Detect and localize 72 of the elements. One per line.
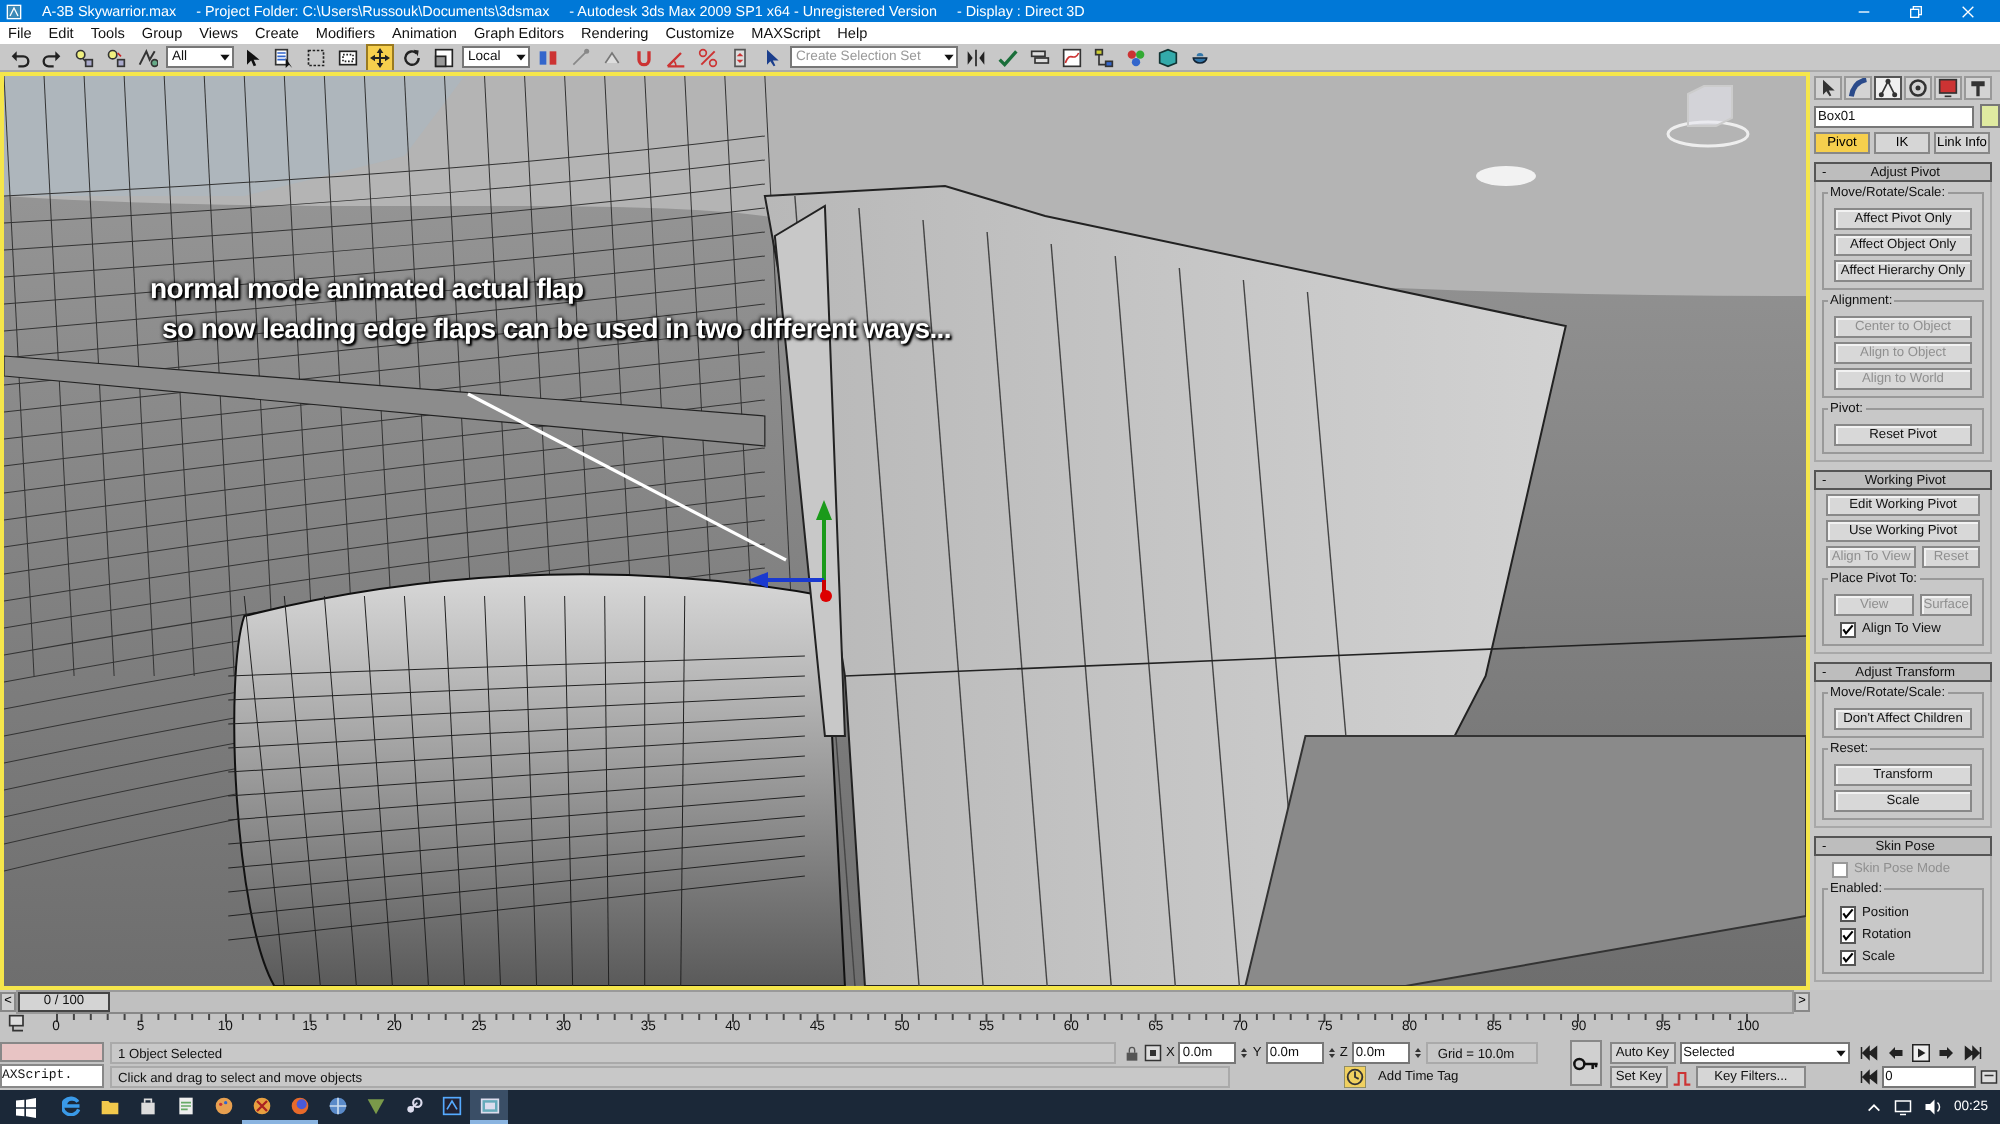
percent-snap-icon[interactable] — [698, 47, 718, 67]
window-crossing-icon[interactable] — [338, 47, 358, 67]
schematic-icon[interactable] — [1094, 47, 1114, 67]
undo-icon[interactable] — [10, 47, 30, 67]
hammer-icon[interactable] — [1968, 78, 1988, 98]
angle-snap-icon[interactable] — [666, 47, 686, 67]
cursor-icon[interactable] — [1818, 78, 1838, 98]
notepad-icon — [175, 1095, 195, 1115]
monitor-icon[interactable] — [1938, 78, 1958, 98]
key-icon — [1571, 1053, 1600, 1073]
hierarchy-icon[interactable] — [1878, 78, 1898, 98]
magnet-icon[interactable] — [634, 47, 654, 67]
checkbox[interactable] — [1840, 949, 1856, 965]
shopping-bag-icon — [137, 1095, 157, 1115]
checkbox[interactable] — [1840, 927, 1856, 943]
mirror-icon[interactable] — [966, 47, 986, 67]
light-ellipse-icon — [1474, 164, 1538, 188]
checkbox[interactable] — [1840, 905, 1856, 921]
listener-field[interactable] — [0, 1042, 104, 1062]
dropdown-arrow-icon — [514, 50, 528, 64]
scale-icon[interactable] — [434, 47, 454, 67]
fox-globe-icon — [289, 1095, 309, 1115]
palette-icon — [213, 1095, 233, 1115]
pointer-arrow-icon[interactable] — [762, 47, 782, 67]
network-monitor-icon[interactable] — [1893, 1098, 1912, 1116]
link-icon[interactable] — [74, 47, 94, 67]
dropdown-arrow-icon — [942, 50, 956, 64]
v-shape-icon — [365, 1095, 385, 1115]
layers-icon[interactable] — [1030, 47, 1050, 67]
cursor-icon[interactable] — [242, 47, 262, 67]
rectangle-selection-icon[interactable] — [306, 47, 326, 67]
caret-up-icon[interactable] — [1865, 1099, 1882, 1115]
close-icon[interactable] — [1960, 3, 1976, 19]
speaker-icon[interactable] — [1923, 1098, 1942, 1116]
dark-app-icon — [441, 1095, 461, 1115]
restore-icon[interactable] — [1908, 3, 1924, 19]
dropdown-arrow-icon — [1833, 1046, 1848, 1060]
taskbar-button[interactable] — [470, 1090, 508, 1124]
spinner-snap-icon[interactable] — [730, 47, 750, 67]
play-icon[interactable] — [1911, 1044, 1930, 1062]
redo-icon[interactable] — [42, 47, 62, 67]
key-mode-toggle-icon[interactable] — [1859, 1068, 1878, 1086]
set-key-mode-button[interactable] — [1569, 1040, 1602, 1086]
unlink-icon[interactable] — [106, 47, 126, 67]
bent-pipe-icon[interactable] — [1848, 78, 1868, 98]
monitor-window-icon — [479, 1095, 499, 1115]
pivot-icon[interactable] — [538, 47, 558, 67]
curve-editor-icon[interactable] — [1062, 47, 1082, 67]
absolute-mode-icon[interactable] — [1144, 1044, 1162, 1062]
dropdown-arrow-icon — [218, 50, 232, 64]
key-tangent-icon[interactable] — [1671, 1067, 1692, 1087]
round-logo-icon — [251, 1095, 271, 1115]
previous-frame-icon[interactable] — [1885, 1044, 1904, 1062]
select-by-name-icon[interactable] — [274, 47, 294, 67]
move-icon[interactable] — [370, 47, 390, 67]
mini-curve-editor-icon[interactable] — [8, 1014, 28, 1034]
globe-icon — [327, 1095, 347, 1115]
lock-icon[interactable] — [1124, 1045, 1140, 1061]
color-swatch[interactable] — [1980, 104, 2000, 128]
e-logo-icon — [61, 1095, 81, 1115]
go-to-end-icon[interactable] — [1963, 1044, 1982, 1062]
folder-icon — [99, 1095, 119, 1115]
time-configuration-icon[interactable] — [1979, 1068, 1998, 1086]
windows-start-icon[interactable] — [16, 1097, 36, 1117]
material-icon[interactable] — [1126, 47, 1146, 67]
go-to-start-icon[interactable] — [1859, 1044, 1878, 1062]
checkbox[interactable] — [1840, 621, 1856, 637]
steam-logo-icon — [403, 1095, 423, 1115]
clock-icon[interactable] — [1344, 1066, 1366, 1088]
next-frame-icon[interactable] — [1937, 1044, 1956, 1062]
rotate-icon[interactable] — [402, 47, 422, 67]
motion-wheel-icon[interactable] — [1908, 78, 1928, 98]
